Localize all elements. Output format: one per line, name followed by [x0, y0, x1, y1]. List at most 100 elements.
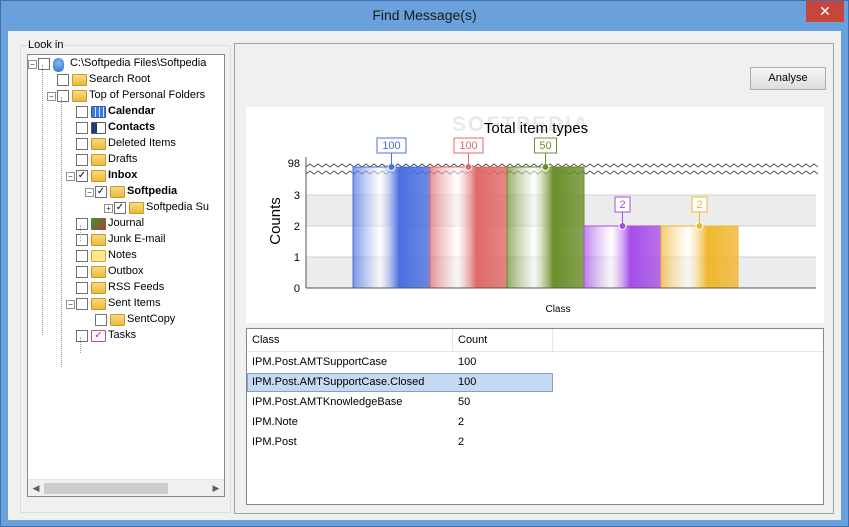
tree-item-label: Junk E-mail	[108, 233, 166, 245]
column-header-class[interactable]: Class	[247, 329, 453, 352]
tree-item-label: Softpedia	[127, 185, 178, 197]
scroll-right-icon[interactable]: ▶	[209, 482, 223, 495]
tree-item-checkbox[interactable]	[95, 314, 107, 326]
bar-marker	[464, 163, 473, 171]
title-bar[interactable]: Find Message(s) ✕	[1, 1, 848, 31]
tree-item-checkbox[interactable]	[57, 74, 69, 86]
tree-item-checkbox[interactable]: ✓	[95, 186, 107, 198]
bar	[660, 225, 739, 289]
table-row[interactable]: IPM.Post.AMTSupportCase.Closed 100	[247, 372, 823, 392]
tree-item[interactable]: SentCopy	[95, 312, 218, 328]
bar-marker	[695, 222, 704, 230]
tree-item-label: Deleted Items	[108, 137, 176, 149]
scroll-thumb[interactable]	[44, 483, 168, 494]
tree-item[interactable]: Journal	[76, 216, 218, 232]
tree-item-checkbox[interactable]	[76, 298, 88, 310]
column-header-count[interactable]: Count	[453, 329, 553, 352]
collapse-icon[interactable]: −	[47, 92, 56, 101]
collapse-icon[interactable]: −	[28, 60, 37, 69]
tree-guide-line	[80, 337, 81, 353]
collapse-icon[interactable]: −	[66, 300, 75, 309]
tree-item-checkbox[interactable]	[57, 90, 69, 102]
tree-item-checkbox[interactable]	[38, 58, 50, 70]
scroll-left-icon[interactable]: ◀	[29, 482, 43, 495]
table-row[interactable]: IPM.Post.AMTSupportCase 100	[247, 352, 823, 372]
tree-item-checkbox[interactable]	[76, 122, 88, 134]
collapse-icon[interactable]: −	[66, 172, 75, 181]
tree-item-label: Inbox	[108, 169, 138, 181]
tree-item-checkbox[interactable]	[76, 154, 88, 166]
folder-icon	[72, 74, 87, 86]
window-title: Find Message(s)	[372, 7, 477, 23]
tree-item[interactable]: RSS Feeds	[76, 280, 218, 296]
table-row[interactable]: IPM.Note 2	[247, 412, 823, 432]
class-cell: IPM.Post	[252, 436, 297, 448]
tree-item-label: Contacts	[108, 121, 156, 133]
tree-item-label: Notes	[108, 249, 137, 261]
tree-item-checkbox[interactable]: ✓	[76, 170, 88, 182]
collapse-icon[interactable]: −	[85, 188, 94, 197]
folder-icon	[129, 202, 144, 214]
tree-item-checkbox[interactable]	[76, 138, 88, 150]
bar-marker	[541, 163, 550, 171]
tree-item[interactable]: Drafts	[76, 152, 218, 168]
tree-guide-line	[80, 225, 81, 241]
table-header: Class Count	[247, 329, 823, 352]
tree-item-label: Drafts	[108, 153, 138, 165]
tree-item-checkbox[interactable]	[76, 250, 88, 262]
tree-item-checkbox[interactable]	[76, 218, 88, 230]
bar	[583, 225, 662, 289]
database-icon	[53, 58, 64, 72]
close-button[interactable]: ✕	[806, 1, 844, 22]
tree-item[interactable]: ✓ Tasks	[76, 328, 218, 344]
tree-item[interactable]: Outbox	[76, 264, 218, 280]
tree-item-label: Sent Items	[108, 297, 161, 309]
tree-item[interactable]: − Top of Personal Folders	[47, 88, 218, 104]
tree-item[interactable]: − Sent Items	[66, 296, 218, 312]
count-cell: 2	[458, 416, 465, 428]
tree-item[interactable]: Deleted Items	[76, 136, 218, 152]
tree-item[interactable]: − C:\Softpedia Files\Softpedia	[28, 56, 218, 72]
folder-icon	[91, 154, 106, 166]
class-cell: IPM.Post.AMTSupportCase	[252, 356, 388, 368]
tree-item[interactable]: − ✓ Softpedia	[85, 184, 218, 200]
tree-item[interactable]: − ✓ Inbox	[66, 168, 218, 184]
tree-item-label: Top of Personal Folders	[89, 89, 206, 101]
tree-item[interactable]: Search Root	[57, 72, 218, 88]
tree-item-label: RSS Feeds	[108, 281, 165, 293]
table-row[interactable]: IPM.Post.AMTKnowledgeBase 50	[247, 392, 823, 412]
journal-icon	[91, 218, 106, 230]
folder-tree[interactable]: ◀ ▶ − C:\Softpedia Files\Softpedia Search …	[27, 54, 225, 497]
tree-item-checkbox[interactable]	[76, 234, 88, 246]
data-label: 100	[382, 140, 400, 152]
folder-icon	[91, 266, 106, 278]
tree-item[interactable]: Calendar	[76, 104, 218, 120]
tree-item-checkbox[interactable]	[76, 330, 88, 342]
folder-icon	[110, 314, 125, 326]
tree-item[interactable]: + ✓ Softpedia Su	[104, 200, 218, 216]
tree-item-checkbox[interactable]	[76, 282, 88, 294]
bar-marker	[387, 163, 396, 171]
item-types-chart: SOFTPEDIA 0 1 2 3 98 100 100 50 2 2 Class Counts Tot…	[246, 107, 824, 323]
tree-item-label: Outbox	[108, 265, 144, 277]
folder-icon	[91, 170, 106, 182]
tree-item-checkbox[interactable]	[76, 266, 88, 278]
expand-icon[interactable]: +	[104, 204, 113, 213]
tree-guide-line	[61, 97, 62, 367]
y-axis-label: Counts	[267, 197, 284, 245]
tree-item-label: Tasks	[108, 329, 137, 341]
tree-item[interactable]: Notes	[76, 248, 218, 264]
tree-item-checkbox[interactable]	[76, 106, 88, 118]
tree-item[interactable]: Contacts	[76, 120, 218, 136]
table-row[interactable]: IPM.Post 2	[247, 432, 823, 452]
chart-svg: 0 1 2 3 98 100 100 50 2 2 Class Counts Total item ty…	[267, 120, 819, 315]
tree-horizontal-scrollbar[interactable]: ◀ ▶	[28, 479, 224, 496]
results-table[interactable]: Class Count IPM.Post.AMTSupportCase 100 IP…	[246, 328, 824, 505]
tree-item[interactable]: Junk E-mail	[76, 232, 218, 248]
analyse-button[interactable]: Analyse	[750, 67, 826, 90]
tree-item-label: Search Root	[89, 73, 151, 85]
class-cell: IPM.Post.AMTKnowledgeBase	[252, 396, 403, 408]
tree-item-checkbox[interactable]: ✓	[114, 202, 126, 214]
x-axis-label: Class	[545, 304, 570, 315]
count-cell: 50	[458, 396, 471, 408]
